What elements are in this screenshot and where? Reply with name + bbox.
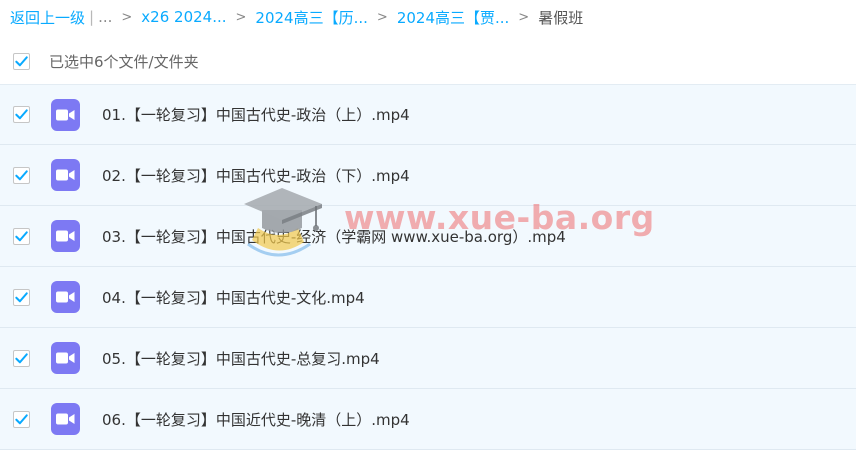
- video-icon: [51, 342, 80, 374]
- breadcrumb-item-2[interactable]: 2024高三【历...: [255, 7, 367, 28]
- breadcrumb-ellipsis[interactable]: ...: [98, 8, 112, 26]
- chevron-right-icon: >: [376, 9, 388, 25]
- checkmark-icon: [15, 230, 28, 241]
- file-name[interactable]: 02.【一轮复习】中国古代史-政治（下）.mp4: [102, 165, 410, 186]
- file-checkbox[interactable]: [13, 349, 30, 367]
- file-checkbox[interactable]: [13, 106, 30, 123]
- file-name[interactable]: 04.【一轮复习】中国古代史-文化.mp4: [102, 287, 365, 308]
- checkmark-icon: [15, 169, 28, 180]
- file-checkbox[interactable]: [13, 410, 30, 428]
- checkmark-icon: [15, 352, 28, 363]
- breadcrumb-pipe: |: [89, 8, 95, 26]
- checkmark-icon: [15, 55, 28, 66]
- select-all-checkbox[interactable]: [13, 52, 30, 70]
- breadcrumb-item-1[interactable]: x26 2024...: [141, 8, 226, 26]
- file-row[interactable]: 01.【一轮复习】中国古代史-政治（上）.mp4: [0, 84, 856, 145]
- file-checkbox[interactable]: [13, 227, 30, 245]
- file-row[interactable]: 05.【一轮复习】中国古代史-总复习.mp4: [0, 328, 856, 389]
- breadcrumb: 返回上一级 | ... > x26 2024... > 2024高三【历... …: [10, 6, 583, 28]
- checkmark-icon: [15, 413, 28, 424]
- checkmark-icon: [15, 109, 28, 120]
- breadcrumb-current: 暑假班: [538, 8, 584, 27]
- chevron-right-icon: >: [518, 9, 530, 25]
- back-link[interactable]: 返回上一级: [10, 7, 85, 28]
- file-row[interactable]: 04.【一轮复习】中国古代史-文化.mp4: [0, 267, 856, 328]
- video-icon: [51, 98, 80, 131]
- video-icon: [51, 403, 80, 435]
- breadcrumb-item-3[interactable]: 2024高三【贾...: [397, 7, 509, 28]
- file-name[interactable]: 05.【一轮复习】中国古代史-总复习.mp4: [102, 348, 380, 369]
- file-list: 01.【一轮复习】中国古代史-政治（上）.mp4 02.【一轮复习】中国古代史-…: [0, 84, 856, 450]
- selection-bar: 已选中6个文件/文件夹: [13, 50, 199, 72]
- video-icon: [51, 281, 80, 313]
- video-icon: [51, 220, 80, 252]
- file-name[interactable]: 01.【一轮复习】中国古代史-政治（上）.mp4: [102, 104, 410, 125]
- file-row[interactable]: 06.【一轮复习】中国近代史-晚清（上）.mp4: [0, 389, 856, 450]
- file-name[interactable]: 06.【一轮复习】中国近代史-晚清（上）.mp4: [102, 409, 410, 430]
- file-checkbox[interactable]: [13, 166, 30, 184]
- file-name[interactable]: 03.【一轮复习】中国古代史-经济（学霸网 www.xue-ba.org）.mp…: [102, 226, 566, 247]
- file-checkbox[interactable]: [13, 288, 30, 306]
- chevron-right-icon: >: [121, 9, 133, 25]
- selection-count-text: 已选中6个文件/文件夹: [49, 52, 199, 71]
- checkmark-icon: [15, 291, 28, 302]
- file-row[interactable]: 03.【一轮复习】中国古代史-经济（学霸网 www.xue-ba.org）.mp…: [0, 206, 856, 267]
- chevron-right-icon: >: [235, 9, 247, 25]
- video-icon: [51, 159, 80, 191]
- file-row[interactable]: 02.【一轮复习】中国古代史-政治（下）.mp4: [0, 145, 856, 206]
